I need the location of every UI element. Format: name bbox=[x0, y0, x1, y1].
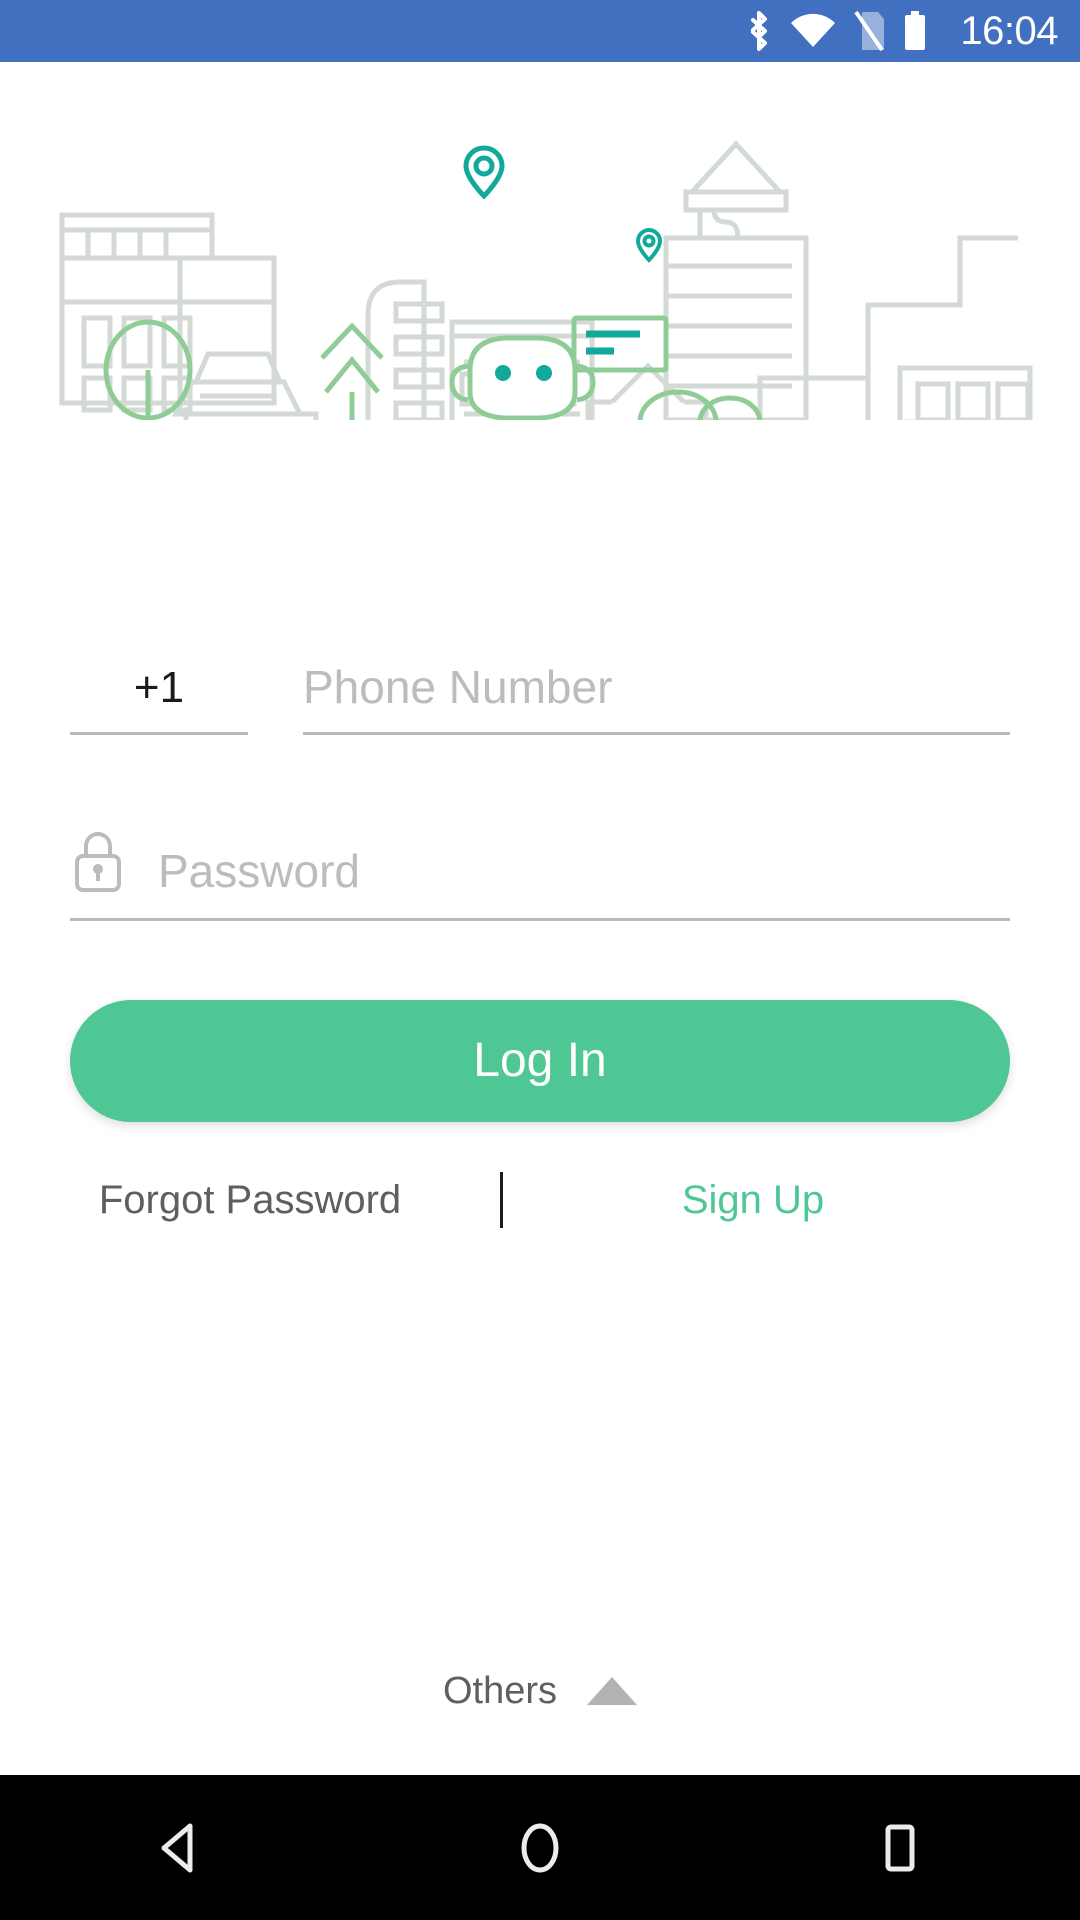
forgot-password-link[interactable]: Forgot Password bbox=[0, 1180, 500, 1220]
android-navigation-bar bbox=[0, 1775, 1080, 1920]
no-sim-icon bbox=[852, 10, 886, 52]
bluetooth-icon bbox=[744, 10, 774, 52]
others-toggle[interactable]: Others bbox=[0, 1672, 1080, 1710]
lock-icon bbox=[70, 824, 132, 892]
login-screen: 16:04 +1 Phone Number Password Log In Fo… bbox=[0, 0, 1080, 1920]
login-button[interactable]: Log In bbox=[70, 1000, 1010, 1122]
phone-number-row: +1 Phone Number bbox=[0, 620, 1080, 735]
password-input[interactable]: Password bbox=[70, 825, 1010, 921]
nav-recents-button[interactable] bbox=[800, 1775, 1000, 1920]
country-code-field[interactable]: +1 bbox=[70, 666, 248, 735]
recents-square-icon bbox=[870, 1818, 930, 1878]
sign-up-link[interactable]: Sign Up bbox=[503, 1180, 1003, 1220]
country-code-value: +1 bbox=[133, 663, 185, 712]
status-icon-group: 16:04 bbox=[744, 10, 1058, 52]
wifi-icon bbox=[790, 13, 836, 49]
others-label: Others bbox=[442, 1670, 558, 1712]
caret-up-icon bbox=[587, 1677, 638, 1705]
phone-input-placeholder: Phone Number bbox=[303, 661, 613, 713]
city-skyline-illustration bbox=[0, 130, 1080, 420]
login-form: +1 Phone Number Password bbox=[0, 620, 1080, 921]
home-circle-icon bbox=[510, 1818, 570, 1878]
password-input-placeholder: Password bbox=[158, 845, 360, 897]
robot-mascot bbox=[449, 335, 596, 420]
nav-back-button[interactable] bbox=[80, 1775, 280, 1920]
auth-links-row: Forgot Password Sign Up bbox=[0, 1165, 1080, 1235]
battery-icon bbox=[902, 10, 928, 52]
login-button-label: Log In bbox=[473, 1034, 607, 1087]
status-bar: 16:04 bbox=[0, 0, 1080, 62]
nav-home-button[interactable] bbox=[440, 1775, 640, 1920]
phone-input[interactable]: Phone Number bbox=[303, 664, 1010, 735]
status-bar-clock: 16:04 bbox=[960, 9, 1058, 53]
back-triangle-icon bbox=[150, 1818, 210, 1878]
